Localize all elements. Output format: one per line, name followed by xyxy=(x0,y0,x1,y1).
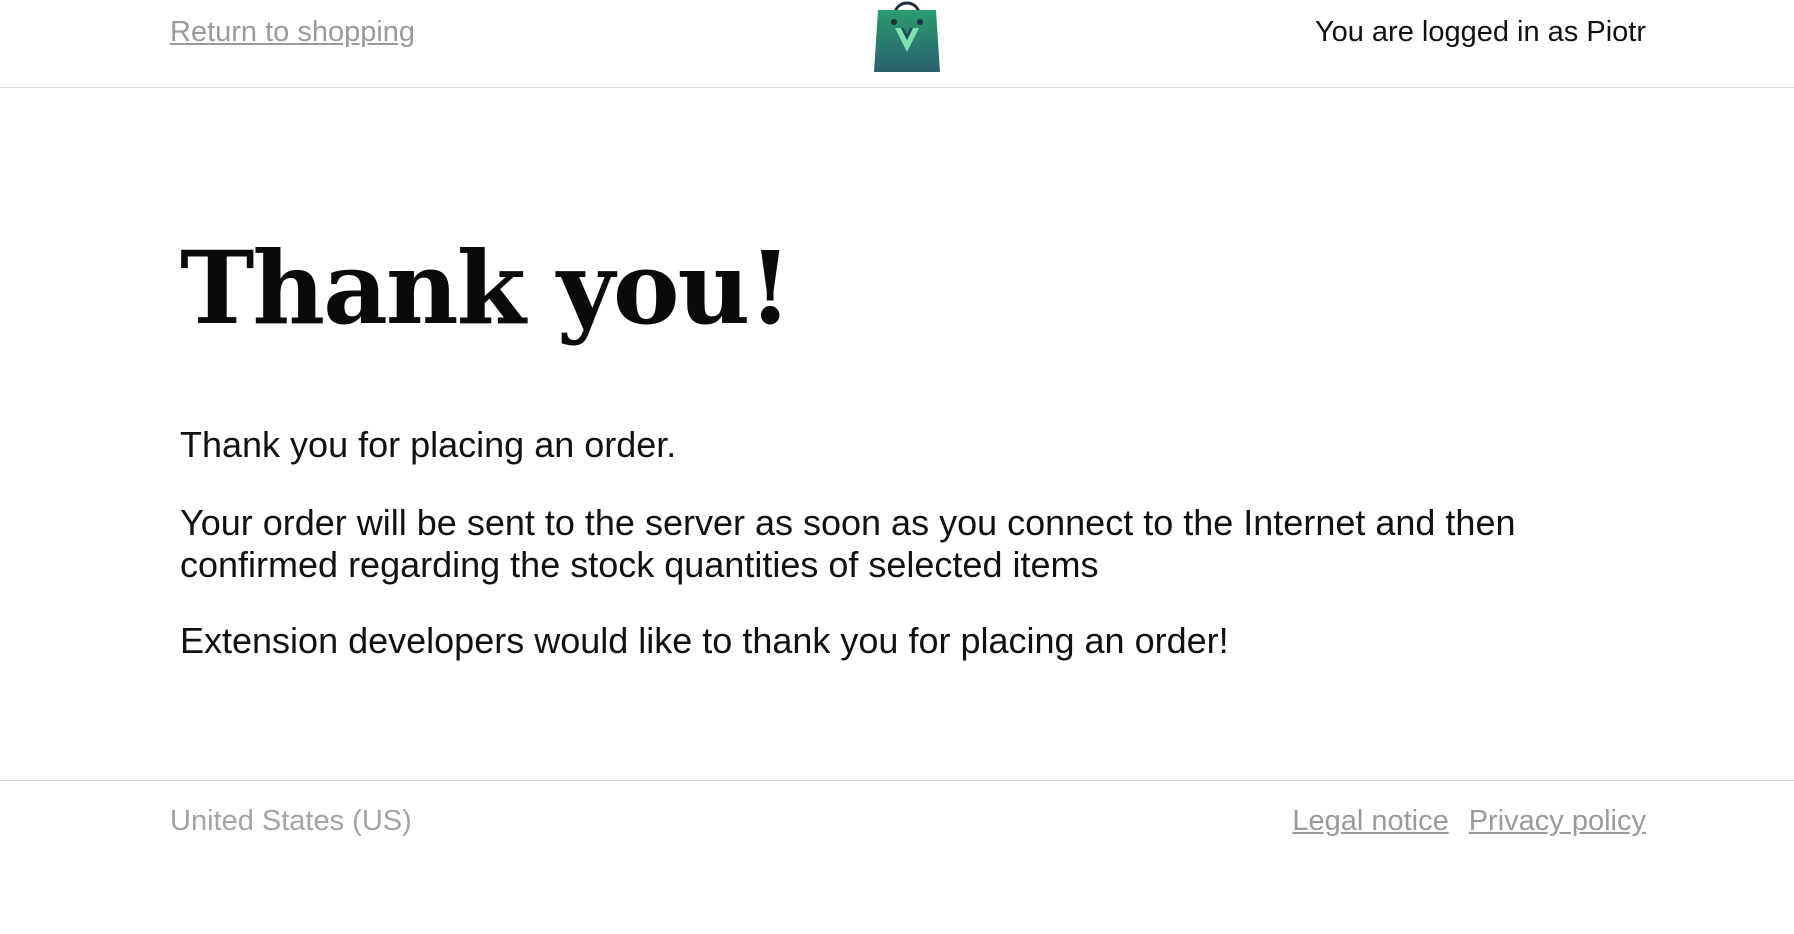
logged-in-status: You are logged in as Piotr xyxy=(1314,16,1646,48)
legal-notice-link[interactable]: Legal notice xyxy=(1292,805,1448,838)
country-label: United States (US) xyxy=(170,805,412,837)
offline-order-notice: Your order will be sent to the server as… xyxy=(180,502,1516,585)
privacy-policy-link[interactable]: Privacy policy xyxy=(1469,805,1646,838)
footer-links: Legal notice Privacy policy xyxy=(1292,805,1646,838)
main-content: Thank you! Thank you for placing an orde… xyxy=(180,88,1620,780)
site-header: Return to shopping You are logged in as … xyxy=(0,0,1794,88)
developer-thanks: Extension developers would like to thank… xyxy=(180,620,1229,661)
return-to-shopping-link[interactable]: Return to shopping xyxy=(170,16,415,49)
site-footer: United States (US) Legal notice Privacy … xyxy=(0,780,1794,934)
confirmation-message: Thank you for placing an order. xyxy=(180,424,677,465)
shopping-bag-icon[interactable] xyxy=(872,0,942,72)
page-title: Thank you! xyxy=(180,229,792,347)
